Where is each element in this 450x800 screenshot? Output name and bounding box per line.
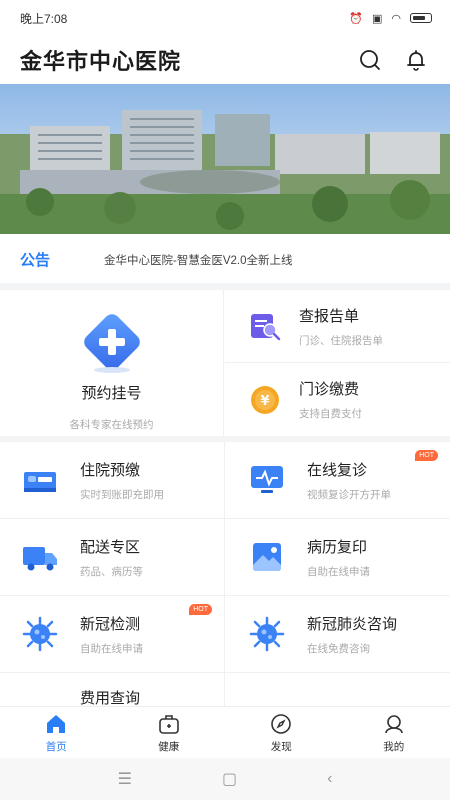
wifi-icon: ◠: [391, 12, 401, 25]
monitor-pulse-icon: [251, 466, 283, 493]
service-title: 病历复印: [307, 538, 368, 556]
service-subtitle: 自助在线申请: [307, 565, 370, 578]
service-covid-consult[interactable]: 新冠肺炎咨询 在线免费咨询: [225, 596, 450, 673]
announcement-text: 金华中心医院-智慧金医V2.0全新上线: [104, 254, 293, 267]
outpatient-payment-subtitle: 支持自费支付: [299, 408, 362, 420]
service-subtitle: 视频复诊开方开单: [307, 488, 391, 501]
service-subtitle: 实时到账即充即用: [80, 488, 164, 501]
tab-health[interactable]: 健康: [113, 707, 226, 758]
status-time: 晚上7:08: [20, 11, 68, 26]
system-navigation-bar: ☰ ▢ ‹: [0, 758, 450, 800]
alarm-icon: ⏰: [349, 12, 363, 25]
service-title: 新冠肺炎咨询: [307, 615, 398, 633]
service-online-revisit[interactable]: HOT 在线复诊 视频复诊开方开单: [225, 442, 450, 519]
service-title: 新冠检测: [80, 615, 141, 633]
report-query-item[interactable]: 查报告单 门诊、住院报告单: [225, 290, 450, 363]
service-subtitle: 在线免费咨询: [307, 642, 370, 655]
service-title: 费用查询: [80, 690, 141, 706]
menu-icon[interactable]: ☰: [118, 769, 132, 789]
profile-icon: [384, 714, 403, 733]
service-covid-test[interactable]: HOT 新冠检测 自助在线申请: [0, 596, 225, 673]
report-query-title: 查报告单: [299, 307, 360, 325]
status-bar: 晚上7:08 ⏰ ▣ ◠: [0, 0, 450, 36]
service-title: 住院预缴: [80, 461, 141, 479]
battery-icon: [410, 13, 432, 23]
outpatient-payment-item[interactable]: ¥ 门诊缴费 支持自费支付: [225, 363, 450, 436]
service-subtitle: 自助在线申请: [80, 642, 143, 655]
report-query-subtitle: 门诊、住院报告单: [299, 334, 383, 347]
service-record-copy[interactable]: 病历复印 自助在线申请: [225, 519, 450, 596]
home-icon: [47, 714, 66, 733]
appointment-title: 预约挂号: [81, 385, 142, 402]
app-header: 金华市中心医院: [0, 38, 450, 82]
service-grid: 住院预缴 实时到账即充即用 HOT 在线复诊 视频复诊开方开单 配送专区 药品、…: [0, 442, 450, 706]
medical-record-icon: [253, 543, 281, 571]
home-square-icon[interactable]: ▢: [222, 769, 237, 789]
primary-services: 预约挂号 各科专家在线预约 查报告单 门诊、住院报告单 ¥ 门诊缴费 支持自费支…: [0, 290, 450, 442]
announcement-bar[interactable]: 公告 金华中心医院-智慧金医V2.0全新上线: [0, 236, 450, 290]
service-title: 在线复诊: [307, 461, 368, 479]
cost-query-icon: [20, 689, 60, 706]
service-cost-query[interactable]: 费用查询: [0, 673, 225, 706]
svg-text:¥: ¥: [260, 394, 269, 409]
service-empty-slot: [225, 673, 450, 706]
tab-label: 我的: [383, 740, 405, 753]
virus-icon: [249, 616, 285, 652]
header-actions: [358, 48, 428, 72]
health-bag-icon: [158, 714, 179, 734]
sim-icon: ▣: [371, 12, 383, 25]
tab-label: 健康: [158, 740, 180, 753]
virus-icon: [22, 616, 58, 652]
tab-profile[interactable]: 我的: [338, 707, 450, 758]
tab-label: 首页: [45, 740, 67, 753]
service-subtitle: 药品、病历等: [80, 565, 143, 578]
hospital-bed-icon: [24, 472, 56, 492]
tab-discover[interactable]: 发现: [225, 707, 338, 758]
page-title: 金华市中心医院: [20, 49, 182, 74]
status-icons: ⏰ ▣ ◠: [349, 12, 432, 25]
search-icon[interactable]: [358, 48, 382, 72]
medical-cross-icon: [83, 314, 140, 373]
appointment-subtitle: 各科专家在线预约: [69, 419, 154, 431]
delivery-truck-icon: [23, 547, 57, 571]
service-title: 配送专区: [80, 538, 141, 556]
bell-icon[interactable]: [404, 48, 428, 72]
tab-label: 发现: [270, 740, 292, 753]
hospital-banner[interactable]: [0, 84, 450, 234]
report-search-icon: [251, 314, 281, 341]
appointment-card[interactable]: 预约挂号 各科专家在线预约: [0, 290, 224, 436]
hospital-building-image: [0, 84, 450, 234]
discover-icon: [271, 713, 292, 734]
yuan-coin-icon: ¥: [251, 385, 279, 414]
outpatient-payment-title: 门诊缴费: [299, 381, 360, 398]
back-icon[interactable]: ‹: [327, 770, 332, 788]
hot-badge: HOT: [415, 450, 438, 461]
announcement-label: 公告: [20, 252, 51, 269]
hot-badge: HOT: [189, 604, 212, 615]
bottom-tab-bar: 首页 健康 发现 我的: [0, 706, 450, 758]
service-inpatient-prepay[interactable]: 住院预缴 实时到账即充即用: [0, 442, 225, 519]
tab-home[interactable]: 首页: [0, 707, 113, 758]
service-delivery[interactable]: 配送专区 药品、病历等: [0, 519, 225, 596]
